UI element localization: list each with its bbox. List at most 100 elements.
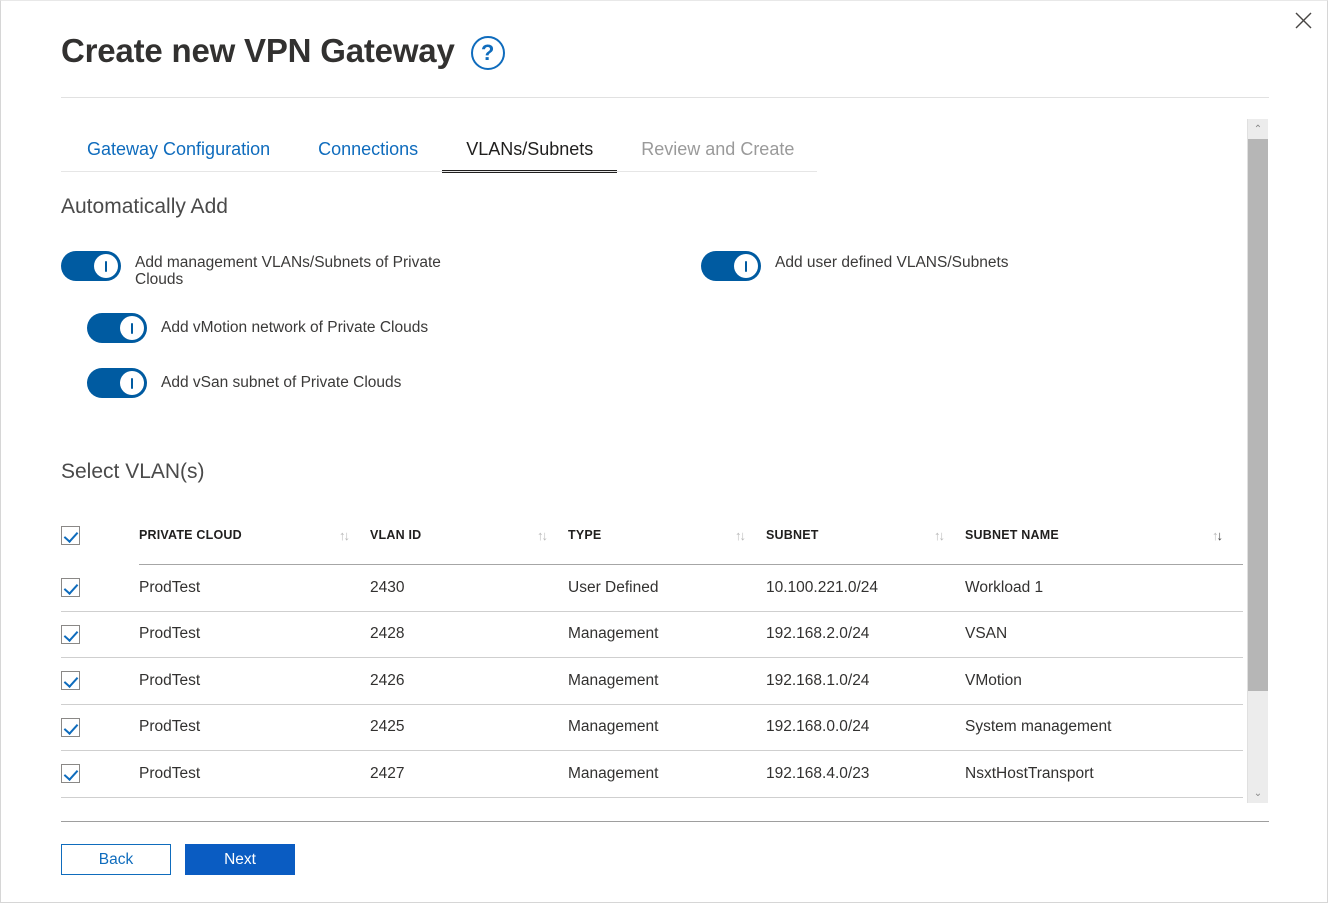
toggle-add-management-vlans[interactable]: Add management VLANs/Subnets of Private … <box>61 251 465 288</box>
select-vlans-heading: Select VLAN(s) <box>61 460 205 483</box>
cell-private-cloud: ProdTest <box>139 704 370 751</box>
toggle-knob <box>120 316 144 340</box>
column-header-subnet-name: SUBNET NAME ↑↓ <box>965 519 1243 565</box>
row-checkbox-cell <box>61 611 139 658</box>
cell-private-cloud: ProdTest <box>139 657 370 705</box>
cell-private-cloud: ProdTest <box>139 564 370 612</box>
table-row[interactable]: ProdTest 2427 Management 192.168.4.0/23 … <box>61 750 1243 798</box>
sort-icon[interactable]: ↑↓ <box>735 528 746 543</box>
cell-subnet: 192.168.2.0/24 <box>766 611 965 658</box>
tab-connections[interactable]: Connections <box>294 138 442 173</box>
next-button[interactable]: Next <box>185 844 295 875</box>
cell-subnet-name: NsxtHostTransport <box>965 750 1243 798</box>
vlan-table: PRIVATE CLOUD ↑↓ VLAN ID ↑↓ TYPE ↑↓ SUBN… <box>61 519 1243 811</box>
scroll-up-icon[interactable]: ⌃ <box>1248 119 1268 139</box>
cell-subnet: 192.168.0.0/24 <box>766 704 965 751</box>
select-all-checkbox[interactable] <box>61 525 80 545</box>
cell-subnet-name: VSAN <box>965 611 1243 658</box>
vertical-scrollbar[interactable]: ⌃ ⌄ <box>1247 119 1268 803</box>
page-title: Create new VPN Gateway <box>61 32 455 69</box>
toggle-knob <box>94 254 118 278</box>
toggle-add-vsan-subnet[interactable]: Add vSan subnet of Private Clouds <box>87 368 401 398</box>
row-checkbox-cell <box>61 797 139 811</box>
toggle-add-user-defined-vlans[interactable]: Add user defined VLANS/Subnets <box>701 251 1009 281</box>
dialog-footer: Back Next <box>61 844 295 875</box>
column-label: SUBNET NAME <box>965 528 1059 542</box>
cell-type: Management <box>568 611 766 658</box>
table-bottom-divider <box>61 821 1269 822</box>
tab-vlans-subnets[interactable]: VLANs/Subnets <box>442 138 618 173</box>
toggle-label: Add vSan subnet of Private Clouds <box>161 374 402 391</box>
column-header-type: TYPE ↑↓ <box>568 519 766 565</box>
column-header-private-cloud: PRIVATE CLOUD ↑↓ <box>139 519 370 565</box>
table-row[interactable]: ProdTest 2425 Management 192.168.0.0/24 … <box>61 704 1243 751</box>
column-header-vlan-id: VLAN ID ↑↓ <box>370 519 568 565</box>
row-checkbox[interactable] <box>61 578 80 597</box>
column-label: TYPE <box>568 528 602 542</box>
toggle-switch[interactable] <box>61 251 121 281</box>
cell-type: Management <box>568 657 766 705</box>
cell-vlan-id: 2430 <box>370 564 568 612</box>
cell-subnet-name: VMotion <box>965 657 1243 705</box>
cell-subnet: 10.100.221.0/24 <box>766 564 965 612</box>
column-label: VLAN ID <box>370 528 422 542</box>
select-all-header <box>61 519 139 565</box>
dialog-header: Create new VPN Gateway ? <box>61 31 505 71</box>
table-row[interactable]: ProdTest 2428 Management 192.168.2.0/24 … <box>61 611 1243 658</box>
sort-icon[interactable]: ↑↓ <box>934 528 945 543</box>
row-checkbox-cell <box>61 704 139 751</box>
help-circle-icon[interactable]: ? <box>470 35 505 70</box>
cell-private-cloud: ProdTest <box>139 611 370 658</box>
automatically-add-heading: Automatically Add <box>61 195 228 218</box>
cell-subnet-name: Workload 1 <box>965 564 1243 612</box>
scrollbar-thumb[interactable] <box>1248 139 1268 691</box>
column-label: PRIVATE CLOUD <box>139 528 242 542</box>
tab-gateway-configuration[interactable]: Gateway Configuration <box>61 138 294 173</box>
row-checkbox-cell <box>61 564 139 612</box>
tab-review-and-create[interactable]: Review and Create <box>617 138 818 173</box>
cell-private-cloud: ProdTest <box>139 750 370 798</box>
scroll-down-icon[interactable]: ⌄ <box>1248 783 1268 803</box>
sort-icon-active[interactable]: ↑↓ <box>1212 528 1223 543</box>
cell-type: Management <box>568 750 766 798</box>
back-button[interactable]: Back <box>61 844 171 875</box>
row-checkbox[interactable] <box>61 624 80 644</box>
table-row-clipped[interactable] <box>61 797 1243 811</box>
vlan-table-container: PRIVATE CLOUD ↑↓ VLAN ID ↑↓ TYPE ↑↓ SUBN… <box>61 519 1243 811</box>
row-checkbox[interactable] <box>61 671 80 691</box>
row-checkbox[interactable] <box>61 764 80 784</box>
toggle-add-vmotion-network[interactable]: Add vMotion network of Private Clouds <box>87 313 428 343</box>
cell-type: User Defined <box>568 564 766 612</box>
cell-vlan-id: 2428 <box>370 611 568 658</box>
tab-list: Gateway Configuration Connections VLANs/… <box>61 129 818 173</box>
sort-icon[interactable]: ↑↓ <box>537 528 548 543</box>
sort-icon[interactable]: ↑↓ <box>339 528 350 543</box>
toggle-switch[interactable] <box>87 313 147 343</box>
toggle-label: Add user defined VLANS/Subnets <box>775 254 1009 271</box>
row-checkbox[interactable] <box>61 717 80 737</box>
toggle-switch[interactable] <box>701 251 761 281</box>
row-checkbox-cell <box>61 657 139 705</box>
toggle-knob <box>120 371 144 395</box>
tabs-divider <box>61 171 817 172</box>
table-body: ProdTest 2430 User Defined 10.100.221.0/… <box>61 564 1243 811</box>
cell-vlan-id: 2426 <box>370 657 568 705</box>
table-row[interactable]: ProdTest 2426 Management 192.168.1.0/24 … <box>61 657 1243 705</box>
toggle-switch[interactable] <box>87 368 147 398</box>
toggle-label: Add management VLANs/Subnets of Private … <box>135 254 441 288</box>
cell-subnet: 192.168.4.0/23 <box>766 750 965 798</box>
table-header: PRIVATE CLOUD ↑↓ VLAN ID ↑↓ TYPE ↑↓ SUBN… <box>61 519 1243 565</box>
table-header-row: PRIVATE CLOUD ↑↓ VLAN ID ↑↓ TYPE ↑↓ SUBN… <box>61 519 1243 565</box>
cell-vlan-id: 2427 <box>370 750 568 798</box>
create-vpn-gateway-dialog: Create new VPN Gateway ? Gateway Configu… <box>0 0 1328 903</box>
table-row[interactable]: ProdTest 2430 User Defined 10.100.221.0/… <box>61 564 1243 612</box>
toggle-label: Add vMotion network of Private Clouds <box>161 319 429 336</box>
close-icon[interactable] <box>1285 3 1321 37</box>
cell-subnet-name: System management <box>965 704 1243 751</box>
cell-type: Management <box>568 704 766 751</box>
header-divider <box>61 97 1269 98</box>
column-label: SUBNET <box>766 528 819 542</box>
column-header-subnet: SUBNET ↑↓ <box>766 519 965 565</box>
row-checkbox-cell <box>61 750 139 798</box>
cell-subnet: 192.168.1.0/24 <box>766 657 965 705</box>
